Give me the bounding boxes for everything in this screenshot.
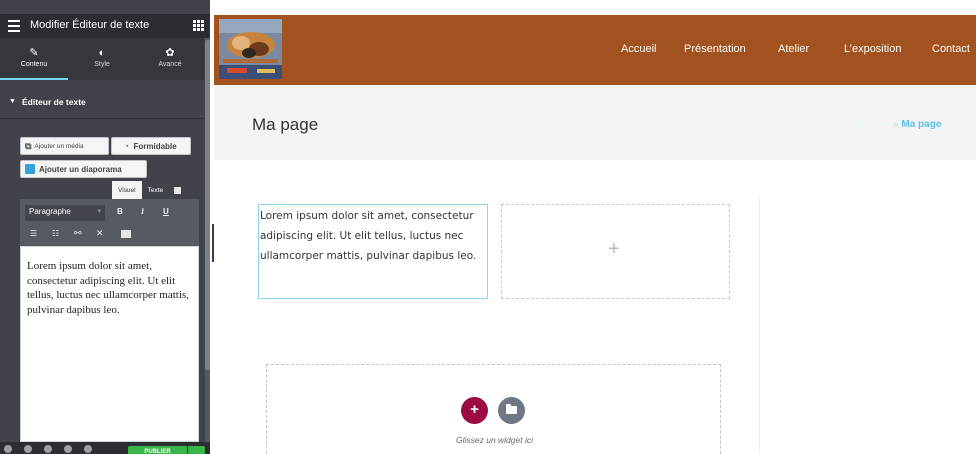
nav-item-presentation[interactable]: Présentation [684,43,746,55]
history-icon[interactable] [44,445,52,453]
gear-icon: ✿ [165,47,175,59]
page-title-bar: Ma page Accueil » Ma page [214,85,976,160]
settings-icon[interactable] [4,445,12,453]
panel-tabs: ✎ Contenu ◐ Style ✿ Avancé [0,38,204,80]
breadcrumb-separator: » [893,119,899,130]
section-title: Éditeur de texte [22,97,86,107]
contrast-icon: ◐ [98,47,106,59]
empty-column[interactable]: + [501,204,730,299]
bold-button[interactable]: B [117,207,123,216]
format-select-value: Paragraphe [29,207,71,216]
text-editor-widget[interactable]: Lorem ipsum dolor sit amet, consectetur … [258,204,488,299]
underline-button[interactable]: U [163,207,169,216]
drop-zone-hint: Glissez un widget ici [455,435,533,445]
editor-mode-tabs: Visuel Texte [112,181,187,199]
widgets-grid-icon[interactable] [193,20,204,31]
tab-style-label: Style [94,61,110,68]
navigator-icon[interactable] [24,445,32,453]
pencil-icon: ✎ [29,47,39,59]
page-preview: Accueil Présentation Atelier L’expositio… [214,0,976,454]
menu-icon[interactable] [8,20,20,32]
nav-item-accueil[interactable]: Accueil [621,43,656,55]
responsive-icon[interactable] [64,445,72,453]
nav-item-atelier[interactable]: Atelier [778,43,809,55]
preview-icon[interactable] [84,445,92,453]
panel-title: Modifier Éditeur de texte [30,19,150,31]
section-header[interactable]: ▼ Éditeur de texte [0,90,204,118]
tab-advanced[interactable]: ✿ Avancé [136,38,204,80]
link-icon[interactable]: ⚯ [74,228,82,239]
media-icon: ⧉ [25,140,32,151]
page-title: Ma page [252,115,319,134]
breadcrumb-home-link[interactable]: Accueil [858,119,890,130]
formidable-icon: ▪ [126,142,129,150]
add-widget-plus-icon[interactable]: + [608,238,620,261]
nav-item-contact[interactable]: Contact [932,43,970,55]
main-nav: Accueil Présentation Atelier L’expositio… [214,43,976,59]
column-divider [759,196,760,454]
chevron-down-icon: ▾ [97,208,101,215]
formidable-label: Formidable [133,141,177,151]
italic-button[interactable]: I [141,207,144,216]
add-media-label: Ajouter un média [34,142,84,150]
caret-down-icon: ▼ [9,98,16,105]
publish-options-button[interactable] [188,446,205,454]
panel-header: Modifier Éditeur de texte [0,14,210,38]
add-slideshow-button[interactable]: Ajouter un diaporama [20,160,147,178]
folder-icon [506,404,517,414]
add-media-button[interactable]: ⧉ Ajouter un média [20,137,109,155]
editor-panel: Modifier Éditeur de texte ✎ Contenu ◐ St… [0,0,210,454]
keyboard-icon[interactable] [121,230,131,238]
nav-item-exposition[interactable]: L’exposition [844,43,902,55]
scrollbar-thumb[interactable] [205,40,210,370]
tab-content-label: Contenu [20,61,48,68]
tab-style[interactable]: ◐ Style [68,38,136,80]
format-select[interactable]: Paragraphe ▾ [25,205,105,221]
tab-advanced-label: Avancé [158,61,182,68]
toolbar-toggle-icon[interactable] [169,181,187,199]
text-editor-area[interactable]: Lorem ipsum dolor sit amet, consectetur … [20,246,199,442]
breadcrumb-current: Ma page [901,119,942,130]
divider [0,118,204,119]
add-section-button[interactable]: + [461,397,488,424]
bullet-list-icon[interactable]: ☰ [30,229,37,238]
editor-toolbar: Paragraphe ▾ B I U ☰ ☷ ⚯ ✕ [20,199,199,246]
add-slideshow-label: Ajouter un diaporama [39,164,122,174]
template-library-button[interactable] [498,397,525,424]
widget-drop-zone[interactable]: + Glissez un widget ici [266,364,721,454]
tab-text[interactable]: Texte [141,181,170,199]
fullscreen-icon[interactable]: ✕ [96,228,104,239]
slideshow-icon [25,164,35,174]
numbered-list-icon[interactable]: ☷ [52,229,59,238]
widget-text: Lorem ipsum dolor sit amet, consectetur … [260,210,477,262]
publish-button[interactable]: PUBLIER [128,446,187,454]
tab-visual[interactable]: Visuel [112,181,142,199]
tab-content[interactable]: ✎ Contenu [0,38,68,80]
breadcrumb: Accueil » Ma page [858,119,941,130]
panel-scrollbar[interactable] [205,38,210,454]
site-header: Accueil Présentation Atelier L’expositio… [214,15,976,85]
formidable-button[interactable]: ▪ Formidable [111,137,191,155]
